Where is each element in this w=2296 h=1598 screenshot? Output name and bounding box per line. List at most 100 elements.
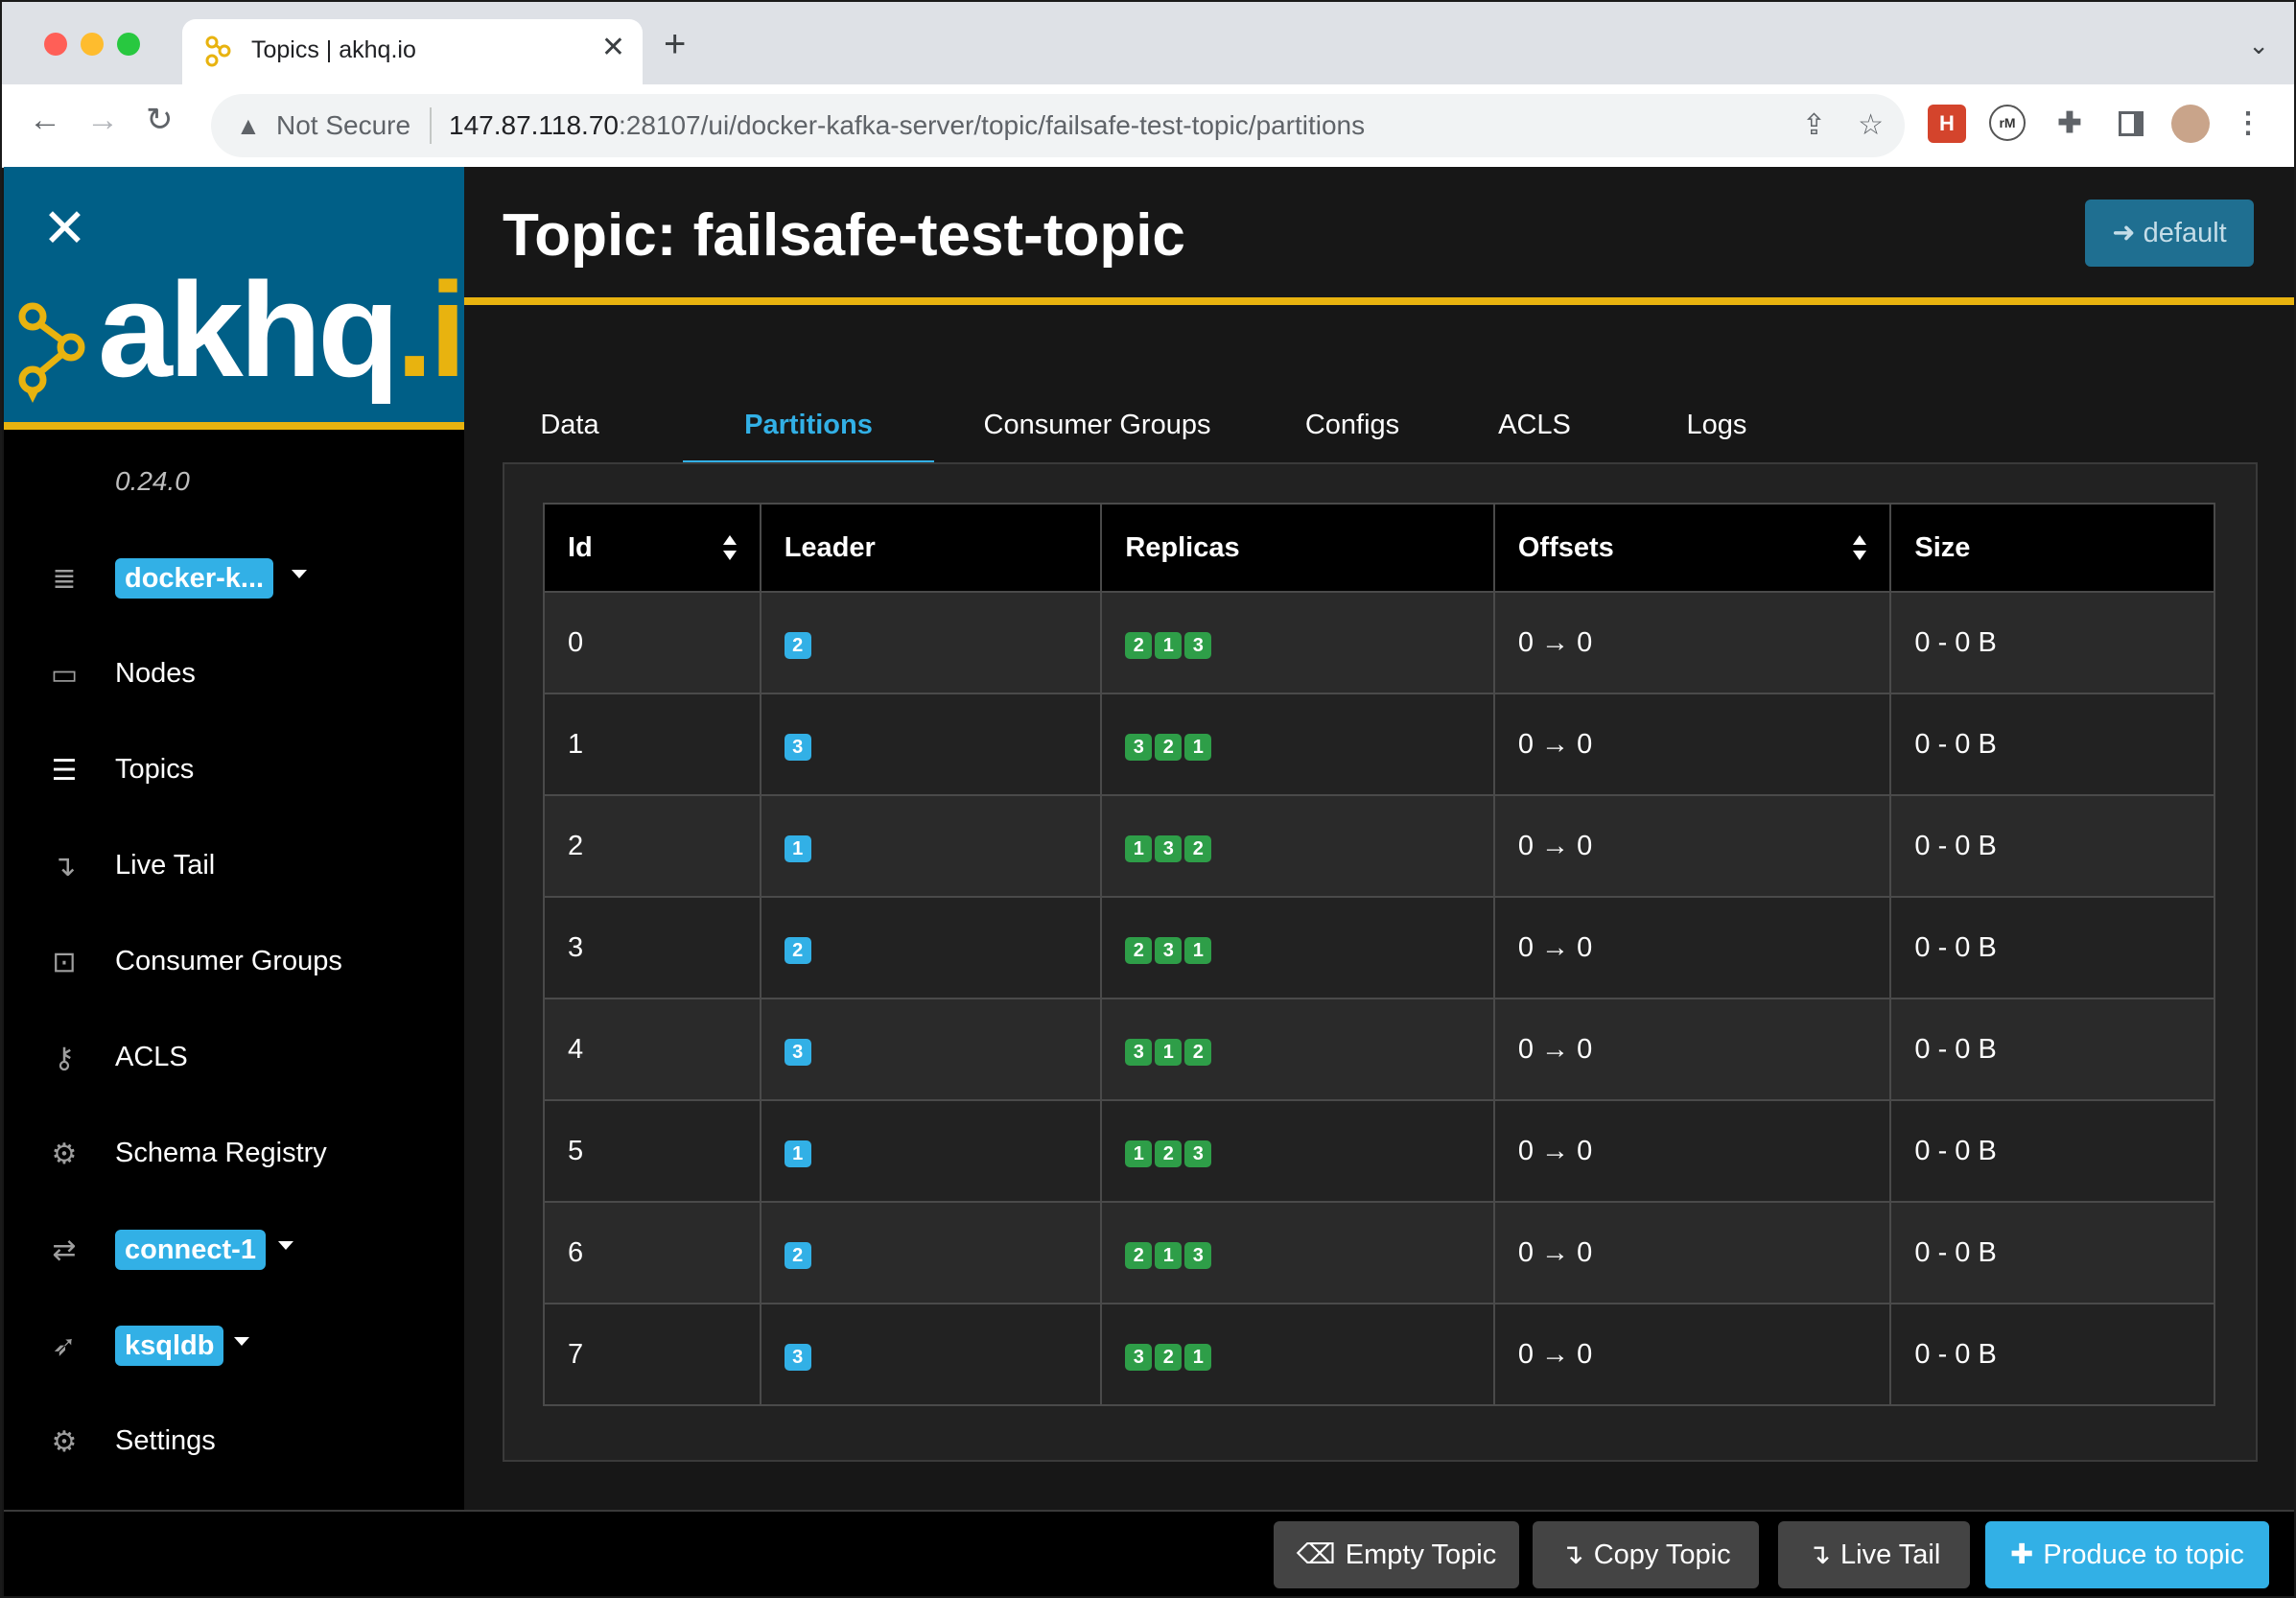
produce-to-topic-button[interactable]: ✚ Produce to topic <box>1985 1521 2269 1588</box>
cell-id: 1 <box>543 693 761 796</box>
cell-leader: 2 <box>759 591 1103 694</box>
address-bar[interactable]: ▲ Not Secure 147.87.118.70:28107/ui/dock… <box>211 94 1905 157</box>
cell-size: 0 - 0 B <box>1889 1201 2215 1304</box>
logo-main: akhq <box>98 254 400 405</box>
leader-badge: 3 <box>784 733 811 761</box>
maximize-window-button[interactable] <box>117 33 140 56</box>
sidebar-item-ksqldb[interactable]: ➶ ksqldb <box>4 1310 464 1387</box>
tab-data[interactable]: Data <box>503 388 637 468</box>
table-row: 433120 → 00 - 0 B <box>543 998 2215 1101</box>
profile-avatar[interactable] <box>2171 105 2210 143</box>
tab-logs[interactable]: Logs <box>1659 388 1774 468</box>
empty-topic-button[interactable]: ⌫ Empty Topic <box>1274 1521 1519 1588</box>
sidebar-item-schema-registry[interactable]: ⚙ Schema Registry <box>4 1118 464 1195</box>
column-header-offsets[interactable]: Offsets <box>1492 503 1892 593</box>
table-row: 211320 → 00 - 0 B <box>543 794 2215 898</box>
sort-icon[interactable] <box>722 535 737 560</box>
replica-badge: 1 <box>1184 1343 1212 1371</box>
sidebar-item-acls[interactable]: ⚷ ACLS <box>4 1022 464 1099</box>
copy-topic-button[interactable]: ↴ Copy Topic <box>1533 1521 1759 1588</box>
replica-badge: 3 <box>1184 1241 1212 1269</box>
cell-id: 4 <box>543 998 761 1101</box>
bookmark-star-icon[interactable]: ☆ <box>1858 108 1884 142</box>
tab-close-icon[interactable]: ✕ <box>601 31 625 64</box>
back-arrow-icon[interactable]: ← <box>29 104 61 136</box>
cluster-select-pill[interactable]: docker-k... <box>115 558 274 599</box>
partitions-panel: Id Leader Replicas Offsets Size 022130 →… <box>503 462 2258 1462</box>
caret-down-icon[interactable] <box>234 1337 249 1346</box>
replica-badge: 2 <box>1125 631 1153 659</box>
browser-menu-icon[interactable]: ⋮ <box>2229 105 2267 143</box>
sidebar-item-consumer-groups[interactable]: ⊡ Consumer Groups <box>4 927 464 1003</box>
table-row: 133210 → 00 - 0 B <box>543 693 2215 796</box>
column-header-replicas: Replicas <box>1100 503 1495 593</box>
extension-icon[interactable]: H <box>1928 105 1966 143</box>
close-window-button[interactable] <box>44 33 67 56</box>
cell-offsets: 0 → 0 <box>1492 1099 1892 1203</box>
cell-size: 0 - 0 B <box>1889 591 2215 694</box>
cell-replicas: 321 <box>1100 693 1495 796</box>
cell-offsets: 0 → 0 <box>1492 794 1892 898</box>
caret-down-icon[interactable] <box>278 1241 293 1250</box>
new-tab-icon[interactable]: + <box>664 25 686 63</box>
laptop-icon: ▭ <box>50 659 79 691</box>
sidebar-item-connect[interactable]: ⇄ connect-1 <box>4 1214 464 1291</box>
caret-down-icon[interactable] <box>292 570 307 578</box>
table-header-row: Id Leader Replicas Offsets Size <box>543 503 2215 593</box>
puzzle-extensions-icon[interactable]: ✚ <box>2050 105 2089 143</box>
tab-configs[interactable]: Configs <box>1285 388 1419 468</box>
sidebar-item-label: Live Tail <box>115 850 216 881</box>
cell-leader: 1 <box>759 1099 1103 1203</box>
cell-leader: 1 <box>759 794 1103 898</box>
minimize-window-button[interactable] <box>81 33 104 56</box>
partitions-table: Id Leader Replicas Offsets Size 022130 →… <box>543 503 2215 1406</box>
forward-arrow-icon[interactable]: → <box>86 104 119 136</box>
browser-tab[interactable]: Topics | akhq.io ✕ <box>182 19 643 84</box>
connect-select-pill[interactable]: connect-1 <box>115 1230 266 1270</box>
level-down-icon: ↴ <box>1560 1539 1584 1570</box>
tab-partitions[interactable]: Partitions <box>683 388 934 468</box>
sidebar-item-label: Settings <box>115 1425 216 1456</box>
replica-badge: 1 <box>1125 834 1153 862</box>
tab-search-chevron-icon[interactable]: ⌄ <box>2248 31 2269 60</box>
ksqldb-select-pill[interactable]: ksqldb <box>115 1326 224 1366</box>
cell-offsets: 0 → 0 <box>1492 896 1892 999</box>
default-button[interactable]: ➜ default <box>2085 200 2254 267</box>
replica-badge: 2 <box>1155 1140 1183 1167</box>
replica-badge: 1 <box>1155 631 1183 659</box>
key-icon: ⚷ <box>54 1043 75 1074</box>
sidebar-item-nodes[interactable]: ▭ Nodes <box>4 639 464 716</box>
produce-to-topic-label: Produce to topic <box>2043 1539 2244 1570</box>
reload-icon[interactable]: ↻ <box>146 104 174 136</box>
cell-leader: 2 <box>759 1201 1103 1304</box>
column-header-size: Size <box>1889 503 2215 593</box>
replica-badge: 3 <box>1155 936 1183 964</box>
replica-badge: 3 <box>1125 1343 1153 1371</box>
cell-offsets: 0 → 0 <box>1492 1303 1892 1406</box>
rm-extension-icon[interactable]: rM <box>1989 105 2026 141</box>
tab-consumer-groups[interactable]: Consumer Groups <box>972 388 1222 468</box>
cell-replicas: 213 <box>1100 591 1495 694</box>
cell-id: 2 <box>543 794 761 898</box>
share-icon[interactable]: ⇪ <box>1802 108 1826 142</box>
live-tail-button[interactable]: ↴ Live Tail <box>1778 1521 1970 1588</box>
cell-leader: 3 <box>759 693 1103 796</box>
replica-badge: 3 <box>1155 834 1183 862</box>
database-icon: ≣ <box>52 563 77 595</box>
cell-replicas: 132 <box>1100 794 1495 898</box>
logo-area: ✕ akhq.io <box>4 167 545 430</box>
side-panel-icon[interactable] <box>2112 105 2150 143</box>
tab-acls[interactable]: ACLS <box>1477 388 1592 468</box>
url-path: :28107/ui/docker-kafka-server/topic/fail… <box>618 110 1366 140</box>
sidebar-item-live-tail[interactable]: ↴ Live Tail <box>4 831 464 907</box>
sidebar-item-cluster[interactable]: ≣ docker-k... <box>4 543 464 620</box>
browser-toolbar: ← → ↻ ▲ Not Secure 147.87.118.70:28107/u… <box>2 84 2294 168</box>
sort-icon[interactable] <box>1853 535 1867 560</box>
cell-offsets: 0 → 0 <box>1492 693 1892 796</box>
sidebar-item-topics[interactable]: ☰ Topics <box>4 735 464 811</box>
cell-replicas: 312 <box>1100 998 1495 1101</box>
close-sidebar-icon[interactable]: ✕ <box>42 201 87 255</box>
column-header-id[interactable]: Id <box>543 503 761 593</box>
sidebar-item-label: ACLS <box>115 1042 188 1072</box>
sidebar-item-settings[interactable]: ⚙ Settings <box>4 1406 464 1483</box>
